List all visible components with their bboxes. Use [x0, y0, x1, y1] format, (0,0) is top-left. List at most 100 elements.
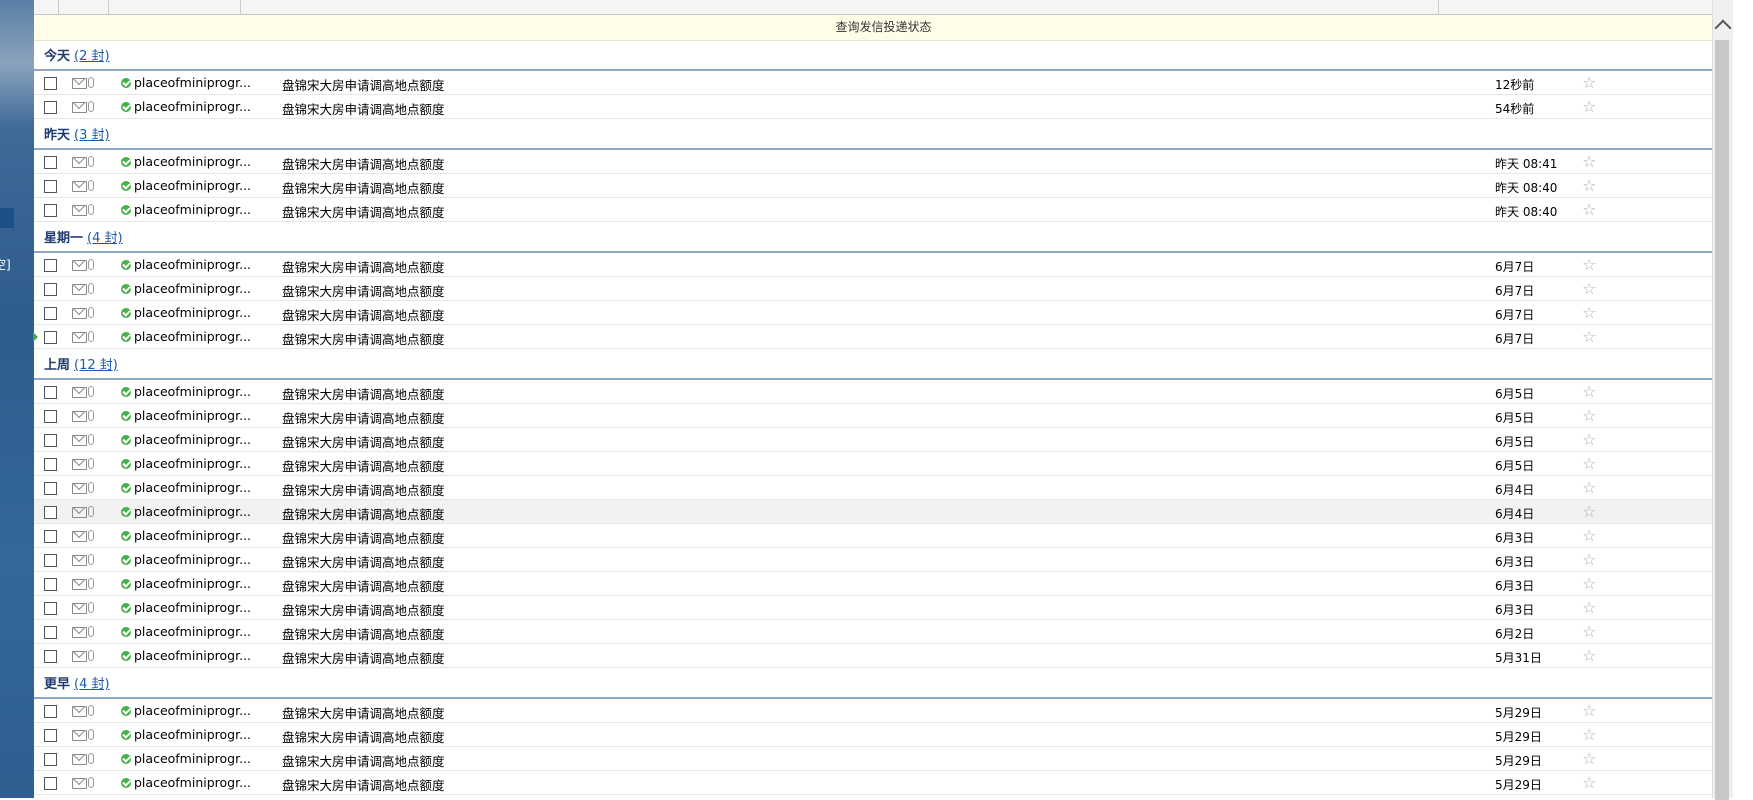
- sender-name[interactable]: placeofminiprogr...: [134, 384, 251, 399]
- star-outline-icon[interactable]: ☆: [1582, 97, 1596, 116]
- row-checkbox[interactable]: [44, 705, 57, 718]
- mail-subject[interactable]: 盘锦宋大房申请调高地点额度: [282, 775, 445, 794]
- star-outline-icon[interactable]: ☆: [1582, 406, 1596, 425]
- sender-name[interactable]: placeofminiprogr...: [134, 154, 251, 169]
- group-count-link[interactable]: (4 封): [87, 231, 123, 246]
- group-count-link[interactable]: (3 封): [74, 128, 110, 143]
- mail-subject[interactable]: 盘锦宋大房申请调高地点额度: [282, 432, 445, 451]
- row-checkbox[interactable]: [44, 530, 57, 543]
- mail-row[interactable]: placeofminiprogr... 盘锦宋大房申请调高地点额度 6月3日 ☆: [34, 596, 1733, 620]
- mail-row[interactable]: placeofminiprogr... 盘锦宋大房申请调高地点额度 昨天 08:41…: [34, 150, 1733, 174]
- sender-name[interactable]: placeofminiprogr...: [134, 751, 251, 766]
- sender-name[interactable]: placeofminiprogr...: [134, 504, 251, 519]
- sender-name[interactable]: placeofminiprogr...: [134, 178, 251, 193]
- mail-row[interactable]: placeofminiprogr... 盘锦宋大房申请调高地点额度 5月29日 ☆: [34, 699, 1733, 723]
- mail-row[interactable]: placeofminiprogr... 盘锦宋大房申请调高地点额度 6月5日 ☆: [34, 380, 1733, 404]
- row-checkbox[interactable]: [44, 156, 57, 169]
- row-checkbox[interactable]: [44, 331, 57, 344]
- sender-name[interactable]: placeofminiprogr...: [134, 576, 251, 591]
- mail-subject[interactable]: 盘锦宋大房申请调高地点额度: [282, 75, 445, 94]
- mail-row[interactable]: placeofminiprogr... 盘锦宋大房申请调高地点额度 6月5日 ☆: [34, 404, 1733, 428]
- mail-row[interactable]: placeofminiprogr... 盘锦宋大房申请调高地点额度 6月7日 ☆: [34, 277, 1733, 301]
- row-checkbox[interactable]: [44, 626, 57, 639]
- star-outline-icon[interactable]: ☆: [1582, 303, 1596, 322]
- mail-row[interactable]: placeofminiprogr... 盘锦宋大房申请调高地点额度 6月2日 ☆: [34, 620, 1733, 644]
- row-checkbox[interactable]: [44, 482, 57, 495]
- mail-row[interactable]: placeofminiprogr... 盘锦宋大房申请调高地点额度 5月29日 ☆: [34, 723, 1733, 747]
- row-checkbox[interactable]: [44, 729, 57, 742]
- star-outline-icon[interactable]: ☆: [1582, 749, 1596, 768]
- mail-row[interactable]: placeofminiprogr... 盘锦宋大房申请调高地点额度 6月5日 ☆: [34, 452, 1733, 476]
- row-checkbox[interactable]: [44, 554, 57, 567]
- row-checkbox[interactable]: [44, 101, 57, 114]
- sender-name[interactable]: placeofminiprogr...: [134, 305, 251, 320]
- row-checkbox[interactable]: [44, 259, 57, 272]
- star-outline-icon[interactable]: ☆: [1582, 598, 1596, 617]
- sender-name[interactable]: placeofminiprogr...: [134, 432, 251, 447]
- row-checkbox[interactable]: [44, 410, 57, 423]
- mail-subject[interactable]: 盘锦宋大房申请调高地点额度: [282, 480, 445, 499]
- mail-subject[interactable]: 盘锦宋大房申请调高地点额度: [282, 154, 445, 173]
- mail-row[interactable]: placeofminiprogr... 盘锦宋大房申请调高地点额度 12秒前 ☆: [34, 71, 1733, 95]
- mail-subject[interactable]: 盘锦宋大房申请调高地点额度: [282, 504, 445, 523]
- delivery-status-link[interactable]: 查询发信投递状态: [34, 15, 1733, 41]
- mail-row[interactable]: placeofminiprogr... 盘锦宋大房申请调高地点额度 5月29日 ☆: [34, 771, 1733, 795]
- mail-subject[interactable]: 盘锦宋大房申请调高地点额度: [282, 727, 445, 746]
- mail-row[interactable]: placeofminiprogr... 盘锦宋大房申请调高地点额度 6月4日 ☆: [34, 476, 1733, 500]
- star-outline-icon[interactable]: ☆: [1582, 622, 1596, 641]
- star-outline-icon[interactable]: ☆: [1582, 478, 1596, 497]
- mail-row[interactable]: placeofminiprogr... 盘锦宋大房申请调高地点额度 昨天 08:40…: [34, 174, 1733, 198]
- row-checkbox[interactable]: [44, 458, 57, 471]
- row-checkbox[interactable]: [44, 434, 57, 447]
- mail-row[interactable]: placeofminiprogr... 盘锦宋大房申请调高地点额度 6月3日 ☆: [34, 572, 1733, 596]
- star-outline-icon[interactable]: ☆: [1582, 200, 1596, 219]
- row-checkbox[interactable]: [44, 386, 57, 399]
- row-checkbox[interactable]: [44, 777, 57, 790]
- star-outline-icon[interactable]: ☆: [1582, 255, 1596, 274]
- mail-row[interactable]: placeofminiprogr... 盘锦宋大房申请调高地点额度 6月5日 ☆: [34, 428, 1733, 452]
- mail-row[interactable]: placeofminiprogr... 盘锦宋大房申请调高地点额度 6月7日 ☆: [34, 301, 1733, 325]
- star-outline-icon[interactable]: ☆: [1582, 574, 1596, 593]
- sender-name[interactable]: placeofminiprogr...: [134, 727, 251, 742]
- star-outline-icon[interactable]: ☆: [1582, 176, 1596, 195]
- group-count-link[interactable]: (12 封): [74, 358, 118, 373]
- mail-subject[interactable]: 盘锦宋大房申请调高地点额度: [282, 384, 445, 403]
- row-checkbox[interactable]: [44, 204, 57, 217]
- mail-row[interactable]: placeofminiprogr... 盘锦宋大房申请调高地点额度 6月3日 ☆: [34, 524, 1733, 548]
- group-count-link[interactable]: (4 封): [74, 677, 110, 692]
- star-outline-icon[interactable]: ☆: [1582, 382, 1596, 401]
- star-outline-icon[interactable]: ☆: [1582, 430, 1596, 449]
- row-checkbox[interactable]: [44, 578, 57, 591]
- row-checkbox[interactable]: [44, 753, 57, 766]
- sender-name[interactable]: placeofminiprogr...: [134, 329, 251, 344]
- sender-name[interactable]: placeofminiprogr...: [134, 480, 251, 495]
- mail-row[interactable]: placeofminiprogr... 盘锦宋大房申请调高地点额度 6月3日 ☆: [34, 548, 1733, 572]
- mail-row[interactable]: placeofminiprogr... 盘锦宋大房申请调高地点额度 6月4日 ☆: [34, 500, 1733, 524]
- mail-subject[interactable]: 盘锦宋大房申请调高地点额度: [282, 528, 445, 547]
- star-outline-icon[interactable]: ☆: [1582, 526, 1596, 545]
- sender-name[interactable]: placeofminiprogr...: [134, 528, 251, 543]
- star-outline-icon[interactable]: ☆: [1582, 550, 1596, 569]
- scrollbar-thumb[interactable]: [1715, 40, 1729, 800]
- row-checkbox[interactable]: [44, 283, 57, 296]
- scroll-up-icon[interactable]: [1714, 19, 1732, 37]
- sender-name[interactable]: placeofminiprogr...: [134, 456, 251, 471]
- mail-subject[interactable]: 盘锦宋大房申请调高地点额度: [282, 281, 445, 300]
- mail-subject[interactable]: 盘锦宋大房申请调高地点额度: [282, 305, 445, 324]
- star-outline-icon[interactable]: ☆: [1582, 152, 1596, 171]
- mail-subject[interactable]: 盘锦宋大房申请调高地点额度: [282, 703, 445, 722]
- mail-row[interactable]: placeofminiprogr... 盘锦宋大房申请调高地点额度 54秒前 ☆: [34, 95, 1733, 119]
- mail-row[interactable]: placeofminiprogr... 盘锦宋大房申请调高地点额度 5月31日 ☆: [34, 644, 1733, 668]
- sender-name[interactable]: placeofminiprogr...: [134, 775, 251, 790]
- mail-subject[interactable]: 盘锦宋大房申请调高地点额度: [282, 456, 445, 475]
- mail-subject[interactable]: 盘锦宋大房申请调高地点额度: [282, 99, 445, 118]
- star-outline-icon[interactable]: ☆: [1582, 701, 1596, 720]
- star-outline-icon[interactable]: ☆: [1582, 279, 1596, 298]
- mail-subject[interactable]: 盘锦宋大房申请调高地点额度: [282, 751, 445, 770]
- mail-subject[interactable]: 盘锦宋大房申请调高地点额度: [282, 329, 445, 348]
- sender-name[interactable]: placeofminiprogr...: [134, 703, 251, 718]
- mail-row[interactable]: placeofminiprogr... 盘锦宋大房申请调高地点额度 6月7日 ☆: [34, 253, 1733, 277]
- row-checkbox[interactable]: [44, 180, 57, 193]
- mail-subject[interactable]: 盘锦宋大房申请调高地点额度: [282, 576, 445, 595]
- row-checkbox[interactable]: [44, 307, 57, 320]
